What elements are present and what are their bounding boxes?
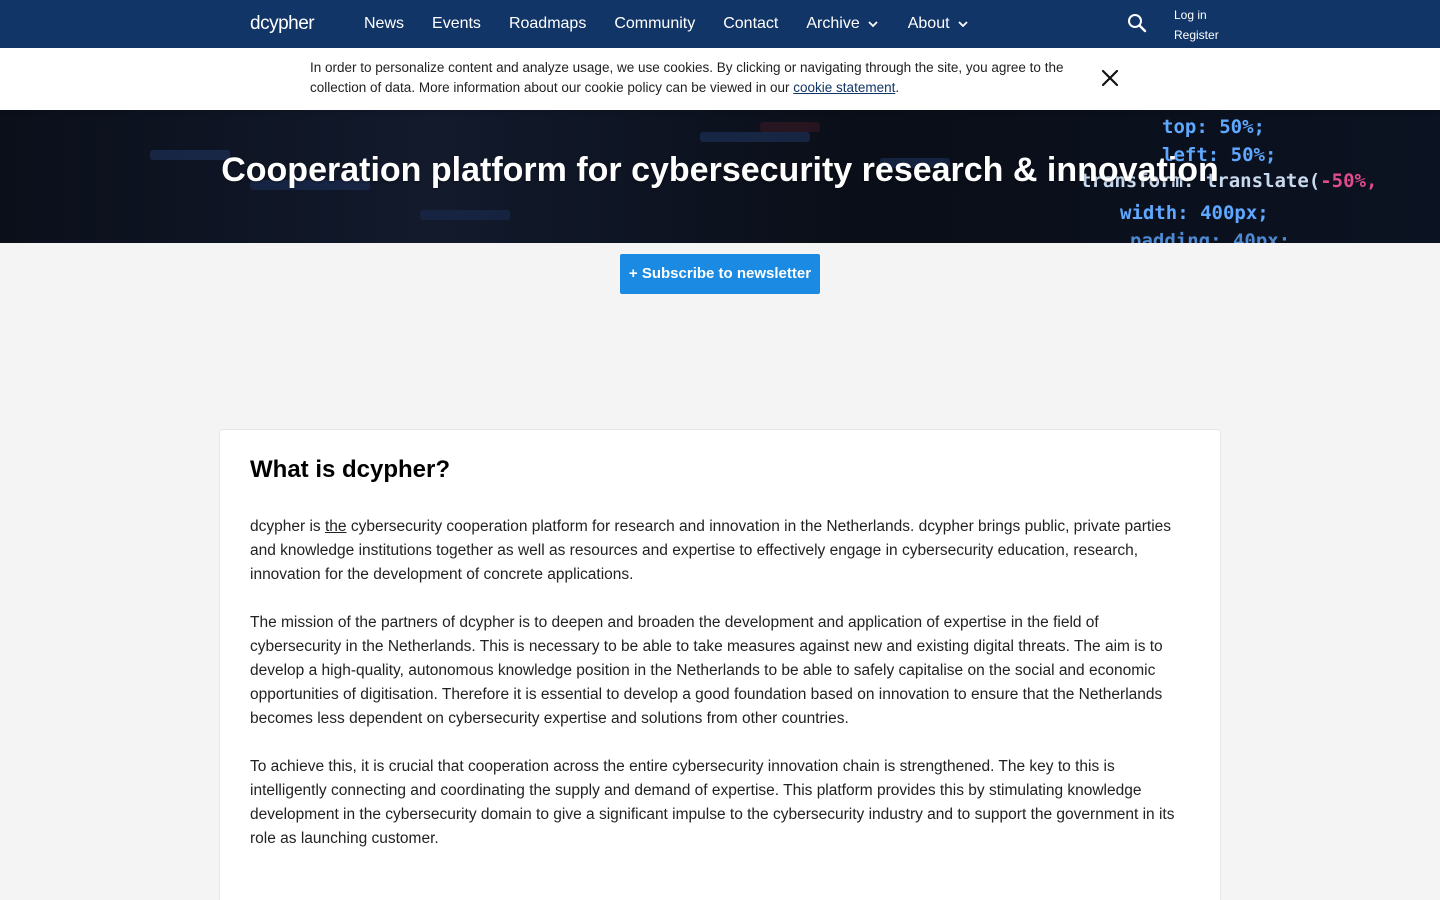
nav-news[interactable]: News [364,15,404,33]
nav-events[interactable]: Events [432,15,481,33]
cookie-text-end: . [895,80,900,95]
close-icon[interactable] [1100,68,1120,88]
nav-archive-dropdown[interactable]: Archive [806,15,879,33]
nav-contact-label: Contact [723,15,779,32]
about-card: What is dcypher? dcypher is the cybersec… [219,429,1221,900]
nav-archive-label: Archive [806,15,860,32]
nav-about-label: About [907,15,950,32]
register-link[interactable]: Register [1174,25,1219,45]
approach-paragraph: To achieve this, it is crucial that coop… [250,758,1175,847]
cookie-banner: In order to personalize content and anal… [0,48,1440,110]
main-menu: News Events Roadmaps Community Contact A… [364,0,998,48]
cookie-message: In order to personalize content and anal… [310,58,1090,98]
nav-community-label: Community [614,15,696,32]
top-navigation: dcypher News Events Roadmaps Community C… [0,0,1440,48]
logo-text: dcypher [250,13,315,34]
cookie-statement-link[interactable]: cookie statement [793,80,895,95]
code-line: padding: 40px; [1130,230,1291,243]
page-title: Cooperation platform for cybersecurity r… [221,151,1219,189]
search-icon[interactable] [1126,12,1148,34]
chevron-down-icon [868,21,878,28]
nav-contact[interactable]: Contact [723,15,778,33]
cookie-text: In order to personalize content and anal… [310,60,1064,95]
background-decoration [420,210,510,220]
code-line: top: 50%; [1162,116,1265,138]
background-decoration [700,132,810,142]
background-decoration [760,122,820,132]
subscribe-newsletter-button[interactable]: + Subscribe to newsletter [620,254,820,294]
dcypher-logo[interactable]: dcypher [250,13,315,35]
hero-banner: top: 50%; left: 50%; transform: translat… [0,110,1440,243]
nav-about-dropdown[interactable]: About [908,15,970,33]
intro-paragraph: dcypher is the cybersecurity cooperation… [250,518,1172,583]
nav-events-label: Events [432,15,481,32]
chevron-down-icon [957,21,968,28]
mission-paragraph: The mission of the partners of dcypher i… [250,614,1163,727]
auth-links: Log in Register [1174,5,1219,45]
nav-roadmaps[interactable]: Roadmaps [509,15,586,33]
nav-roadmaps-label: Roadmaps [508,15,587,32]
login-link[interactable]: Log in [1174,5,1219,25]
nav-community[interactable]: Community [614,15,695,33]
nav-news-label: News [364,15,405,32]
code-line: width: 400px; [1120,202,1269,224]
section-heading: What is dcypher? [250,456,451,483]
